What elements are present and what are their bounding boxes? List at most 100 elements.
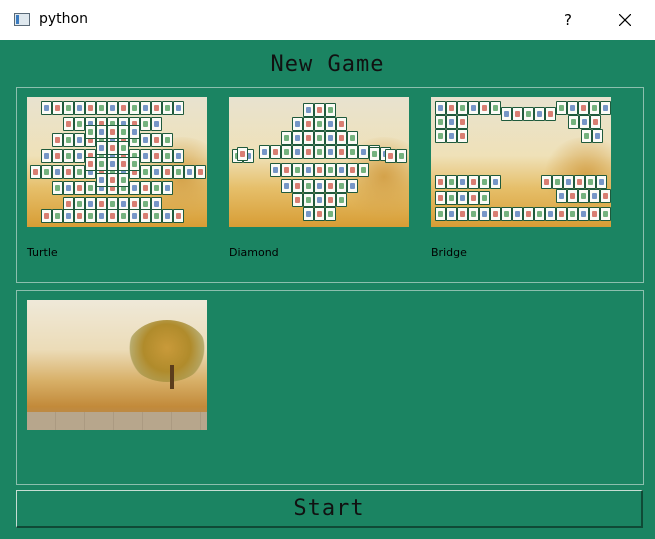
mahjong-tile	[567, 207, 578, 221]
mahjong-tile	[63, 149, 74, 163]
layout-card-diamond[interactable]: Diamond	[229, 97, 411, 259]
mahjong-tile	[435, 101, 446, 115]
mahjong-tile	[140, 117, 151, 131]
mahjong-tile	[63, 133, 74, 147]
mahjong-tile	[336, 163, 347, 177]
mahjong-tile	[74, 117, 85, 131]
mahjong-tile	[479, 207, 490, 221]
layout-label-bridge: Bridge	[431, 246, 467, 259]
layout-card-bridge[interactable]: Bridge	[431, 97, 613, 259]
mahjong-tile	[52, 209, 63, 223]
mahjong-tile	[292, 193, 303, 207]
mahjong-tile	[195, 165, 206, 179]
mahjong-tile	[314, 207, 325, 221]
mahjong-tile	[336, 145, 347, 159]
close-icon	[619, 14, 631, 26]
layout-thumbnail-diamond[interactable]	[229, 97, 409, 227]
mahjong-tile	[578, 189, 589, 203]
mahjong-tile	[336, 117, 347, 131]
mahjong-tile	[435, 129, 446, 143]
mahjong-tile	[563, 175, 574, 189]
mahjong-tile	[151, 133, 162, 147]
mahjong-tile	[85, 157, 96, 171]
mahjong-tile	[347, 179, 358, 193]
mahjong-tile	[63, 181, 74, 195]
mahjong-tile	[457, 101, 468, 115]
mahjong-tile	[303, 163, 314, 177]
mahjong-tile	[96, 173, 107, 187]
mahjong-tile	[446, 207, 457, 221]
tree-trunk-image	[170, 365, 174, 389]
mahjong-tile	[41, 165, 52, 179]
mahjong-tile	[162, 133, 173, 147]
mahjong-tile	[592, 129, 603, 143]
mahjong-tile	[129, 125, 140, 139]
wood-planks-image	[27, 412, 207, 430]
mahjong-tile	[479, 175, 490, 189]
mahjong-tile	[325, 163, 336, 177]
mahjong-tile	[600, 207, 611, 221]
mahjong-tile	[347, 145, 358, 159]
mahjong-tile	[118, 125, 129, 139]
mahjong-tile	[446, 175, 457, 189]
mahjong-tile	[457, 191, 468, 205]
mahjong-tile	[457, 129, 468, 143]
layout-thumbnail-bridge[interactable]	[431, 97, 611, 227]
mahjong-tile	[303, 117, 314, 131]
mahjong-tile	[545, 107, 556, 121]
mahjong-tile	[325, 179, 336, 193]
mahjong-tile	[118, 209, 129, 223]
mahjong-tile	[303, 193, 314, 207]
mahjong-tile	[589, 207, 600, 221]
mahjong-tile	[140, 165, 151, 179]
mahjong-tile	[151, 117, 162, 131]
mahjong-tile	[107, 209, 118, 223]
mahjong-tile	[468, 175, 479, 189]
mahjong-tile	[314, 145, 325, 159]
mahjong-tile	[325, 145, 336, 159]
mahjong-tile	[556, 207, 567, 221]
close-button[interactable]	[606, 6, 644, 34]
mahjong-tile	[303, 131, 314, 145]
mahjong-tile	[173, 209, 184, 223]
mahjong-tile	[512, 207, 523, 221]
mahjong-tile	[74, 149, 85, 163]
mahjong-tile	[173, 149, 184, 163]
start-button[interactable]: Start	[16, 490, 643, 528]
mahjong-tile	[85, 101, 96, 115]
mahjong-tile	[596, 175, 607, 189]
mahjong-tile	[129, 181, 140, 195]
mahjong-tile	[589, 101, 600, 115]
mahjong-tile	[314, 179, 325, 193]
mahjong-tile	[292, 145, 303, 159]
mahjong-tile	[140, 133, 151, 147]
mahjong-tile	[325, 117, 336, 131]
mahjong-tile	[446, 129, 457, 143]
mahjong-tile	[96, 125, 107, 139]
mahjong-tile	[385, 149, 396, 163]
mahjong-tile	[303, 179, 314, 193]
background-thumbnail-autumn[interactable]	[27, 300, 207, 430]
mahjong-tile	[556, 101, 567, 115]
mahjong-tile	[490, 175, 501, 189]
mahjong-tile	[435, 175, 446, 189]
mahjong-tile	[74, 181, 85, 195]
mahjong-tile	[468, 191, 479, 205]
mahjong-tile	[325, 207, 336, 221]
layout-card-turtle[interactable]: Turtle	[27, 97, 209, 259]
layout-thumbnail-turtle[interactable]	[27, 97, 207, 227]
mahjong-tile	[162, 101, 173, 115]
mahjong-tile	[151, 181, 162, 195]
mahjong-tile	[325, 131, 336, 145]
help-button[interactable]: ?	[552, 6, 584, 34]
mahjong-tile	[578, 207, 589, 221]
mahjong-tile	[74, 165, 85, 179]
mahjong-tile	[173, 101, 184, 115]
mahjong-tile	[270, 163, 281, 177]
mahjong-tile	[545, 207, 556, 221]
mahjong-tile	[568, 115, 579, 129]
mahjong-tile	[292, 117, 303, 131]
mahjong-tile	[52, 181, 63, 195]
mahjong-tile	[314, 103, 325, 117]
mahjong-tile	[534, 107, 545, 121]
